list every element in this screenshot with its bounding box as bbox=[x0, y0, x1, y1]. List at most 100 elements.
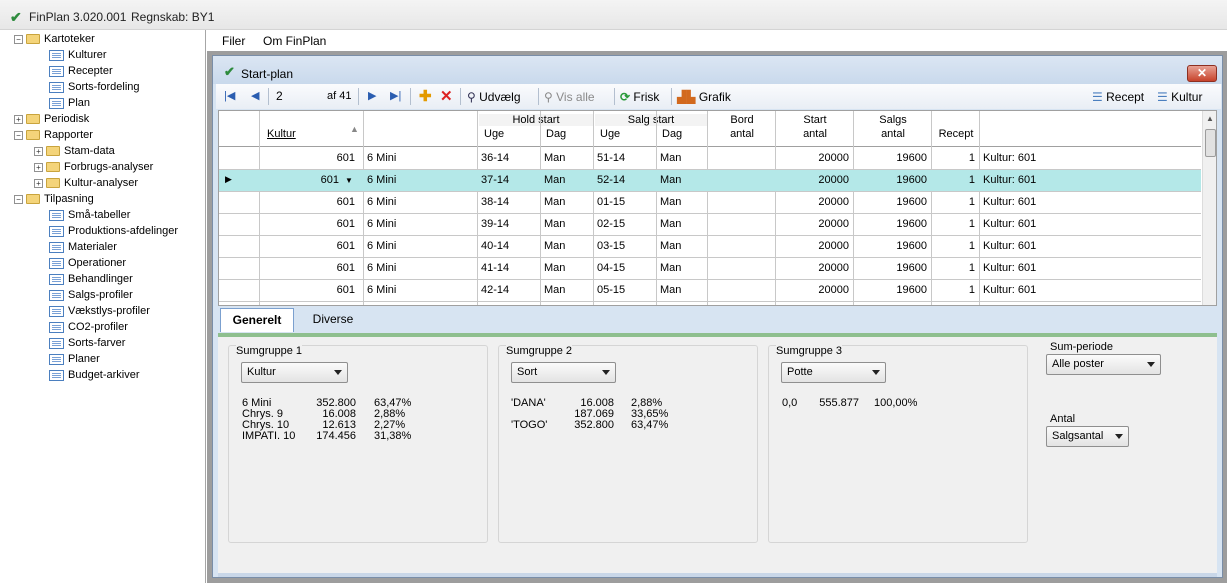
kultur-button[interactable]: ☰ Kultur bbox=[1157, 90, 1202, 104]
cell-salg-uge[interactable]: 51-14 bbox=[597, 152, 652, 164]
tree-node[interactable]: Produktions-afdelinger bbox=[34, 223, 178, 239]
tree-node[interactable]: Kulturer bbox=[34, 47, 107, 63]
cell-salgs[interactable]: 19600 bbox=[855, 196, 927, 208]
cell-recept[interactable]: 1 bbox=[933, 240, 975, 252]
cell-salg-dag[interactable]: Man bbox=[660, 284, 705, 296]
cell-hold-uge[interactable]: 36-14 bbox=[481, 152, 536, 164]
col-salg-dag[interactable]: Dag bbox=[662, 128, 682, 140]
sumgruppe-1-combo[interactable]: Kultur bbox=[241, 362, 348, 383]
expand-icon[interactable]: + bbox=[34, 146, 43, 156]
cell-start[interactable]: 20000 bbox=[777, 218, 849, 230]
cell-sort[interactable]: 6 Mini bbox=[367, 262, 467, 274]
cell-hold-uge[interactable]: 39-14 bbox=[481, 218, 536, 230]
cell-hold-uge[interactable]: 38-14 bbox=[481, 196, 536, 208]
cell-salg-uge[interactable]: 04-15 bbox=[597, 262, 652, 274]
scrollbar-thumb[interactable] bbox=[1205, 129, 1216, 157]
tree-node[interactable]: − Rapporter bbox=[14, 127, 93, 143]
cell-kultur[interactable]: 601 bbox=[259, 174, 339, 186]
table-row[interactable]: 601 6 Mini 41-14 Man 04-15 Man 20000 19600 1 Kult… bbox=[219, 258, 1201, 280]
tree-node[interactable]: + Stam-data bbox=[34, 143, 115, 159]
cell-salg-dag[interactable]: Man bbox=[660, 152, 705, 164]
tree-node[interactable]: − Tilpasning bbox=[14, 191, 94, 207]
cell-recept[interactable]: 1 bbox=[933, 152, 975, 164]
col-salgs[interactable]: Salgs bbox=[855, 114, 931, 126]
tree-node[interactable]: − Kartoteker bbox=[14, 31, 95, 47]
tree-node[interactable]: Planer bbox=[34, 351, 100, 367]
tree-node[interactable]: Behandlinger bbox=[34, 271, 133, 287]
cell-start[interactable]: 20000 bbox=[777, 262, 849, 274]
cell-hold-dag[interactable]: Man bbox=[544, 262, 589, 274]
col-start[interactable]: Start bbox=[777, 114, 853, 126]
menu-om-finplan[interactable]: Om FinPlan bbox=[263, 34, 326, 48]
collapse-icon[interactable]: − bbox=[14, 194, 23, 204]
tree-node[interactable]: Sorts-farver bbox=[34, 335, 125, 351]
cell-sort[interactable]: 6 Mini bbox=[367, 218, 467, 230]
udvaelg-button[interactable]: ⚲ Udvælg bbox=[467, 90, 521, 104]
tree-node[interactable]: Operationer bbox=[34, 255, 126, 271]
record-position-input[interactable] bbox=[273, 87, 323, 105]
cell-kultur[interactable]: 601 bbox=[259, 152, 355, 164]
col-hold-dag[interactable]: Dag bbox=[546, 128, 566, 140]
cell-hold-dag[interactable]: Man bbox=[544, 152, 589, 164]
table-row[interactable]: 601 6 Mini 38-14 Man 01-15 Man 20000 19600 1 Kult… bbox=[219, 192, 1201, 214]
cell-sort[interactable]: 6 Mini bbox=[367, 152, 467, 164]
close-button[interactable]: ✕ bbox=[1187, 65, 1217, 82]
cell-hold-uge[interactable]: 40-14 bbox=[481, 240, 536, 252]
tree-node[interactable]: Vækstlys-profiler bbox=[34, 303, 150, 319]
cell-kultur[interactable]: 601 bbox=[259, 240, 355, 252]
cell-kultur[interactable]: 601 bbox=[259, 196, 355, 208]
cell-sort[interactable]: 6 Mini bbox=[367, 240, 467, 252]
cell-hold-uge[interactable]: 41-14 bbox=[481, 262, 536, 274]
col-kultur[interactable]: Kultur bbox=[267, 128, 296, 140]
cell-salg-dag[interactable]: Man bbox=[660, 240, 705, 252]
tree-node[interactable]: Plan bbox=[34, 95, 90, 111]
cell-salg-dag[interactable]: Man bbox=[660, 196, 705, 208]
scroll-up-icon[interactable]: ▲ bbox=[1206, 114, 1214, 123]
cell-start[interactable]: 20000 bbox=[777, 174, 849, 186]
cell-start[interactable]: 20000 bbox=[777, 152, 849, 164]
table-row[interactable]: ▶ 601 6 Mini 37-14 Man 52-14 Man 20000 19600 1 Kul… bbox=[219, 170, 1201, 192]
recept-button[interactable]: ☰ Recept bbox=[1092, 90, 1144, 104]
tree-node[interactable]: + Forbrugs-analyser bbox=[34, 159, 153, 175]
cell-hold-dag[interactable]: Man bbox=[544, 218, 589, 230]
cell-sort[interactable]: 6 Mini bbox=[367, 284, 467, 296]
cell-salg-dag[interactable]: Man bbox=[660, 262, 705, 274]
chevron-down-icon[interactable]: ▼ bbox=[345, 176, 353, 185]
cell-sort[interactable]: 6 Mini bbox=[367, 196, 467, 208]
sumgruppe-2-combo[interactable]: Sort bbox=[511, 362, 616, 383]
cell-salg-uge[interactable]: 02-15 bbox=[597, 218, 652, 230]
next-record-icon[interactable]: ▶ bbox=[368, 89, 376, 102]
add-record-icon[interactable]: ✚ bbox=[419, 87, 432, 105]
cell-recept[interactable]: 1 bbox=[933, 196, 975, 208]
cell-info[interactable]: Kultur: 601 bbox=[983, 174, 1183, 186]
collapse-icon[interactable]: − bbox=[14, 130, 23, 140]
cell-info[interactable]: Kultur: 601 bbox=[983, 262, 1183, 274]
cell-salg-uge[interactable]: 03-15 bbox=[597, 240, 652, 252]
table-row[interactable]: 601 6 Mini 40-14 Man 03-15 Man 20000 19600 1 Kult… bbox=[219, 236, 1201, 258]
cell-info[interactable]: Kultur: 601 bbox=[983, 284, 1183, 296]
table-row[interactable]: 601 6 Mini 36-14 Man 51-14 Man 20000 19600 1 Kult… bbox=[219, 148, 1201, 170]
last-record-icon[interactable]: ▶| bbox=[390, 89, 401, 102]
delete-record-icon[interactable]: ✕ bbox=[440, 87, 453, 105]
grid-vertical-scrollbar[interactable]: ▲ bbox=[1202, 111, 1216, 305]
navigation-tree[interactable]: − Kartoteker Kulturer Recepter Sorts-fordeli… bbox=[7, 30, 206, 583]
cell-salg-uge[interactable]: 05-15 bbox=[597, 284, 652, 296]
cell-hold-uge[interactable]: 42-14 bbox=[481, 284, 536, 296]
cell-hold-dag[interactable]: Man bbox=[544, 174, 589, 186]
col-salg-uge[interactable]: Uge bbox=[600, 128, 620, 140]
tree-node[interactable]: Sorts-fordeling bbox=[34, 79, 140, 95]
vis-alle-button[interactable]: ⚲ Vis alle bbox=[544, 90, 595, 104]
start-plan-grid[interactable]: Kultur ▲ Hold start Uge Dag Salg start U… bbox=[218, 110, 1217, 306]
grafik-button[interactable]: ▟▙ Grafik bbox=[677, 90, 731, 104]
cell-kultur[interactable]: 601 bbox=[259, 284, 355, 296]
cell-salg-uge[interactable]: 01-15 bbox=[597, 196, 652, 208]
cell-recept[interactable]: 1 bbox=[933, 262, 975, 274]
frisk-button[interactable]: ⟳ Frisk bbox=[620, 90, 659, 104]
cell-salgs[interactable]: 19600 bbox=[855, 174, 927, 186]
cell-salgs[interactable]: 19600 bbox=[855, 262, 927, 274]
col-bord[interactable]: Bord bbox=[709, 114, 775, 126]
expand-icon[interactable]: + bbox=[34, 178, 43, 188]
tree-node[interactable]: + Periodisk bbox=[14, 111, 89, 127]
previous-record-icon[interactable]: ◀ bbox=[251, 89, 259, 102]
cell-hold-uge[interactable]: 37-14 bbox=[481, 174, 536, 186]
